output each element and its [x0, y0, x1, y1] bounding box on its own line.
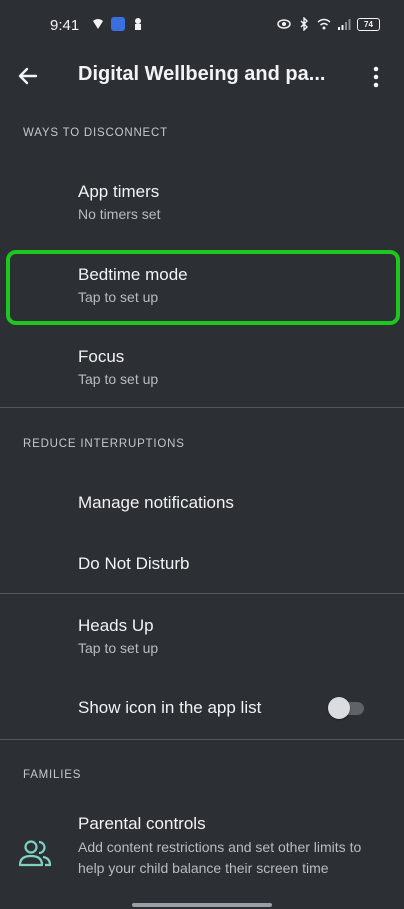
section-header-reduce-interruptions: REDUCE INTERRUPTIONS: [23, 438, 185, 450]
more-options-icon[interactable]: [366, 64, 386, 90]
toggle-thumb: [328, 697, 350, 719]
item-subtitle: Add content restrictions and set other l…: [78, 839, 362, 876]
section-header-ways-to-disconnect: WAYS TO DISCONNECT: [23, 127, 168, 139]
item-subtitle: No timers set: [78, 206, 161, 222]
status-bar: 9:41 74: [0, 0, 404, 52]
item-title: Show icon in the app list: [78, 698, 262, 717]
divider: [0, 739, 404, 740]
app-icon: [111, 17, 125, 31]
bluetooth-icon: [300, 17, 308, 31]
item-title: Manage notifications: [78, 493, 234, 512]
family-icon: [18, 840, 52, 867]
item-title: Heads Up: [78, 616, 154, 635]
list-item-do-not-disturb[interactable]: Do Not Disturb: [0, 538, 404, 592]
list-item-app-timers[interactable]: App timers No timers set: [0, 168, 404, 238]
list-item-heads-up[interactable]: Heads Up Tap to set up: [0, 604, 404, 674]
item-title: Do Not Disturb: [78, 554, 190, 573]
item-subtitle: Tap to set up: [78, 371, 159, 387]
status-left-icons: [91, 17, 145, 31]
item-subtitle: Tap to set up: [78, 640, 159, 656]
highlight-box: [6, 250, 400, 325]
item-title: App timers: [78, 182, 160, 201]
eye-icon: [277, 19, 291, 29]
list-item-focus[interactable]: Focus Tap to set up: [0, 334, 404, 404]
app-bar: Digital Wellbeing and pa...: [0, 52, 404, 100]
signal-icon: [338, 19, 351, 30]
page-title: Digital Wellbeing and pa...: [78, 63, 326, 85]
list-item-manage-notifications[interactable]: Manage notifications: [0, 476, 404, 530]
status-time: 9:41: [50, 17, 80, 34]
home-indicator[interactable]: [132, 903, 272, 907]
wifi-icon: [317, 18, 331, 30]
screen: 9:41 74 Digital Wellbeing and pa... WAYS…: [0, 0, 404, 909]
item-title: Focus: [78, 347, 125, 366]
back-arrow-icon[interactable]: [14, 62, 42, 90]
battery-indicator: 74: [357, 17, 380, 31]
show-icon-toggle[interactable]: [328, 697, 366, 719]
item-title: Parental controls: [78, 814, 206, 833]
status-right-icons: 74: [277, 17, 380, 31]
section-header-families: FAMILIES: [23, 769, 82, 781]
lock-icon: [135, 18, 141, 30]
list-item-parental-controls[interactable]: Parental controls Add content restrictio…: [0, 800, 404, 900]
notification-icon: [93, 19, 103, 29]
divider: [0, 407, 404, 408]
divider: [0, 593, 404, 594]
